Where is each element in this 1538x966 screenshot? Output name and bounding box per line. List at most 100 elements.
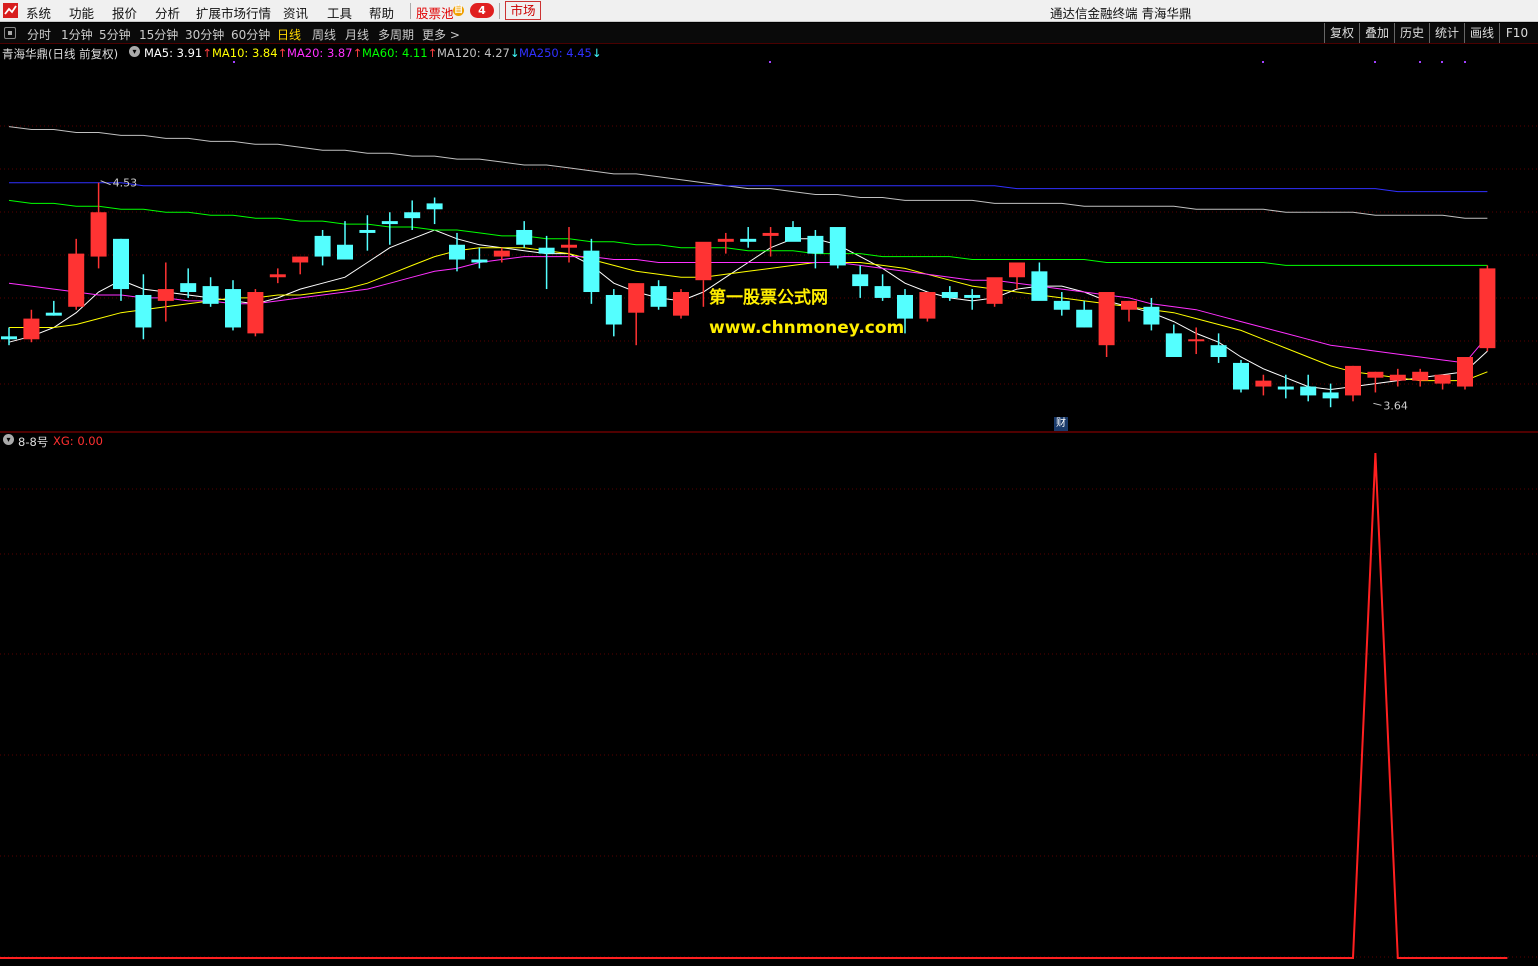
candle-body: [359, 229, 376, 233]
candle-body: [45, 312, 62, 316]
candle-body: [68, 253, 85, 307]
ma120-label: MA120: 4.27↓: [437, 46, 520, 60]
tab-30min[interactable]: 30分钟: [185, 26, 224, 43]
candle-body: [1143, 306, 1160, 325]
candle-body: [247, 292, 264, 334]
market-button[interactable]: 市场: [505, 1, 541, 20]
event-dot: [1419, 61, 1421, 63]
menu-bar: 系统 功能 报价 分析 扩展市场行情 资讯 工具 帮助 股票池 自 4 市场 通…: [0, 0, 1538, 22]
tab-15min[interactable]: 15分钟: [139, 26, 178, 43]
candle-body: [1098, 292, 1115, 346]
candle-body: [1479, 268, 1496, 349]
tab-more[interactable]: 更多 >: [422, 26, 460, 43]
ma250-line: [9, 182, 1488, 193]
ma-legend: 青海华鼎(日线 前复权) ▾ MA5: 3.91↑ MA10: 3.84↑ MA…: [0, 45, 900, 61]
xg-value-label: XG: 0.00: [53, 434, 103, 448]
ma5-label: MA5: 3.91↑: [144, 46, 212, 60]
candle-body: [471, 259, 488, 263]
candle-body: [1121, 300, 1137, 310]
candle-body: [337, 244, 353, 260]
ma20-label: MA20: 3.87↑: [287, 46, 362, 60]
candle-body: [113, 238, 129, 290]
candle-body: [1277, 386, 1294, 390]
candle-body: [404, 212, 421, 219]
tab-1min[interactable]: 1分钟: [61, 26, 93, 43]
overlay-button[interactable]: 叠加: [1359, 23, 1394, 43]
tab-daily[interactable]: 日线: [277, 26, 301, 43]
candle-body: [628, 283, 645, 313]
candle-body: [1009, 262, 1025, 278]
ma-trend-arrow-icon: ↑: [202, 46, 212, 60]
chart-canvas[interactable]: 4.53 3.64: [0, 44, 1538, 966]
stock-pool-icon: 自: [453, 5, 464, 16]
stock-pool-menu[interactable]: 股票池: [416, 3, 454, 22]
candle-body: [740, 238, 757, 242]
menu-system[interactable]: 系统: [26, 3, 51, 22]
ma-trend-arrow-icon: ↑: [277, 46, 288, 60]
window-title: 通达信金融终端 青海华鼎: [1050, 6, 1192, 21]
candle-body: [1412, 371, 1429, 381]
menu-extended-market[interactable]: 扩展市场行情: [196, 3, 271, 22]
stock-pool-count-badge[interactable]: 4: [470, 3, 494, 18]
candle-body: [1165, 333, 1182, 358]
candle-body: [829, 227, 846, 266]
low-price-label: 3.64: [1383, 399, 1408, 412]
f10-button[interactable]: F10: [1499, 23, 1534, 43]
tab-monthly[interactable]: 月线: [345, 26, 369, 43]
candle-body: [807, 235, 824, 254]
sub-chart-legend: ▾ 8-8号 XG: 0.00: [0, 433, 300, 449]
tab-intraday[interactable]: 分时: [27, 26, 51, 43]
candle-body: [897, 294, 913, 319]
candle-body: [650, 286, 667, 307]
low-price-pointer: [1373, 402, 1382, 406]
sub-indicator-menu-icon[interactable]: ▾: [3, 434, 14, 445]
event-dot: [233, 61, 235, 63]
history-button[interactable]: 历史: [1394, 23, 1429, 43]
tab-60min[interactable]: 60分钟: [231, 26, 270, 43]
panel-toggle-icon[interactable]: [4, 27, 16, 39]
ma-value-text: MA5: 3.91: [144, 46, 203, 60]
candle-body: [1, 336, 17, 340]
menu-quote[interactable]: 报价: [112, 3, 137, 22]
candle-body: [1233, 362, 1249, 390]
finance-event-marker[interactable]: 财: [1054, 417, 1068, 431]
menu-help[interactable]: 帮助: [369, 3, 394, 22]
ma-trend-arrow-icon: ↓: [591, 46, 602, 60]
menu-tools[interactable]: 工具: [327, 3, 352, 22]
menu-news[interactable]: 资讯: [283, 3, 308, 22]
watermark-site-name: 第一股票公式网: [709, 288, 828, 308]
candle-body: [493, 250, 510, 257]
candle-body: [717, 238, 734, 242]
ma-value-text: MA60: 4.11: [362, 46, 428, 60]
candle-body: [986, 277, 1003, 304]
app-logo-icon[interactable]: [3, 3, 18, 18]
tab-multi-period[interactable]: 多周期: [378, 26, 414, 43]
menu-divider: [499, 3, 500, 19]
draw-line-button[interactable]: 画线: [1464, 23, 1499, 43]
sub-chart-title: 8-8号: [18, 435, 49, 449]
ma-value-text: MA250: 4.45: [519, 46, 592, 60]
menu-analysis[interactable]: 分析: [155, 3, 180, 22]
event-dot: [769, 61, 771, 63]
candle-body: [180, 283, 197, 293]
event-dot: [1464, 61, 1466, 63]
statistics-button[interactable]: 统计: [1429, 23, 1464, 43]
indicator-menu-icon[interactable]: ▾: [129, 46, 140, 57]
candle-body: [695, 241, 712, 281]
candle-body: [583, 250, 600, 293]
ma-trend-arrow-icon: ↑: [352, 46, 363, 60]
candle-body: [1076, 309, 1093, 328]
ma-value-text: MA20: 3.87: [287, 46, 353, 60]
candle-body: [269, 274, 286, 278]
ma10-label: MA10: 3.84↑: [212, 46, 287, 60]
candle-body: [1188, 339, 1205, 342]
menu-function[interactable]: 功能: [69, 3, 94, 22]
candle-body: [874, 286, 891, 298]
adjust-button[interactable]: 复权: [1324, 23, 1359, 43]
candle-body: [919, 292, 936, 319]
menu-divider: [410, 3, 411, 19]
stock-title: 青海华鼎(日线 前复权): [2, 47, 119, 61]
tab-weekly[interactable]: 周线: [312, 26, 336, 43]
tab-5min[interactable]: 5分钟: [99, 26, 131, 43]
candle-body: [762, 232, 779, 236]
